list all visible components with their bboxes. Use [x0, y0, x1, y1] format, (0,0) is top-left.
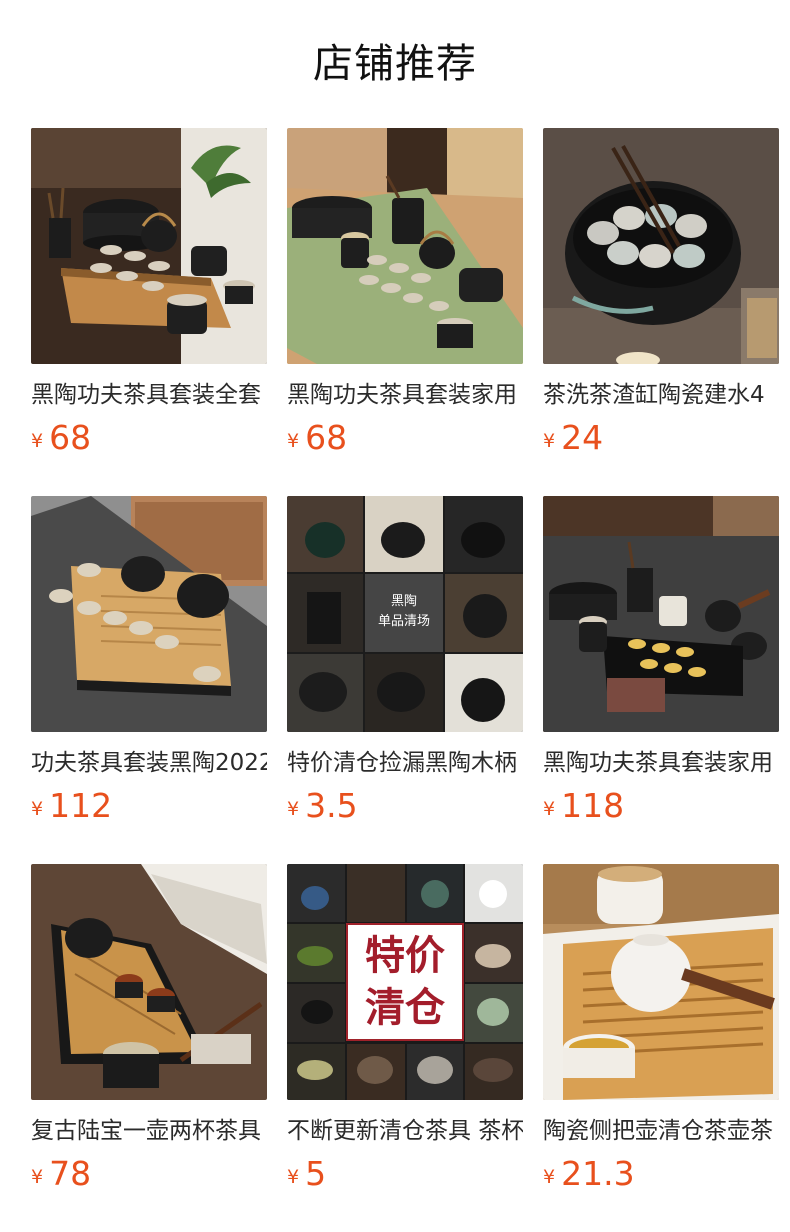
currency-symbol: ¥	[287, 798, 300, 820]
product-name[interactable]: 特价清仓捡漏黑陶木柄	[287, 746, 523, 780]
currency-symbol: ¥	[31, 1166, 44, 1188]
product-image[interactable]	[31, 128, 267, 364]
overlay-line-1: 特价	[365, 933, 445, 979]
overlay-line-2: 单品清场	[377, 614, 430, 629]
product-price: ¥112	[31, 784, 112, 826]
product-image[interactable]	[543, 864, 779, 1100]
product-image[interactable]	[543, 496, 779, 732]
product-name[interactable]: 功夫茶具套装黑陶2022	[31, 746, 267, 780]
product-price: ¥3.5	[287, 784, 358, 826]
product-price: ¥24	[543, 416, 603, 458]
product-image[interactable]	[287, 128, 523, 364]
product-price: ¥68	[287, 416, 347, 458]
page-title: 店铺推荐	[313, 41, 477, 87]
price-value: 3.5	[305, 786, 358, 825]
product-price: ¥21.3	[543, 1152, 635, 1194]
product-image[interactable]	[31, 864, 267, 1100]
price-value: 24	[561, 418, 604, 457]
product-name[interactable]: 复古陆宝一壶两杯茶具	[31, 1114, 267, 1148]
promo-overlay: 黑陶 单品清场	[365, 592, 443, 632]
currency-symbol: ¥	[543, 1166, 556, 1188]
product-card[interactable]: 陶瓷侧把壶清仓茶壶茶 ¥21.3	[543, 864, 779, 1194]
price-value: 112	[49, 786, 113, 825]
product-image[interactable]	[543, 128, 779, 364]
product-price: ¥78	[31, 1152, 91, 1194]
price-value: 21.3	[561, 1154, 635, 1193]
currency-symbol: ¥	[287, 430, 300, 452]
product-card[interactable]: 特价 清仓 不断更新清仓茶具 茶杯 ¥5	[287, 864, 523, 1194]
overlay-line-2: 清仓	[365, 985, 445, 1031]
product-price: ¥5	[287, 1152, 326, 1194]
currency-symbol: ¥	[287, 1166, 300, 1188]
currency-symbol: ¥	[31, 798, 44, 820]
price-value: 68	[305, 418, 348, 457]
product-name[interactable]: 黑陶功夫茶具套装家用	[543, 746, 779, 780]
product-card[interactable]: 黑陶功夫茶具套装家用 ¥118	[543, 496, 779, 826]
price-value: 5	[305, 1154, 327, 1193]
product-image[interactable]	[31, 496, 267, 732]
product-price: ¥118	[543, 784, 624, 826]
promo-overlay: 特价 清仓	[347, 930, 463, 1034]
product-name[interactable]: 黑陶功夫茶具套装家用	[287, 378, 523, 412]
product-card[interactable]: 茶洗茶渣缸陶瓷建水4 ¥24	[543, 128, 779, 458]
product-name[interactable]: 不断更新清仓茶具 茶杯	[287, 1114, 523, 1148]
currency-symbol: ¥	[543, 430, 556, 452]
product-price: ¥68	[31, 416, 91, 458]
currency-symbol: ¥	[543, 798, 556, 820]
product-card[interactable]: 黑陶功夫茶具套装家用 ¥68	[287, 128, 523, 458]
product-name[interactable]: 黑陶功夫茶具套装全套	[31, 378, 267, 412]
product-card[interactable]: 黑陶功夫茶具套装全套 ¥68	[31, 128, 267, 458]
price-value: 78	[49, 1154, 92, 1193]
product-card[interactable]: 黑陶 单品清场 特价清仓捡漏黑陶木柄 ¥3.5	[287, 496, 523, 826]
product-name[interactable]: 茶洗茶渣缸陶瓷建水4	[543, 378, 779, 412]
price-value: 118	[561, 786, 625, 825]
price-value: 68	[49, 418, 92, 457]
product-name[interactable]: 陶瓷侧把壶清仓茶壶茶	[543, 1114, 779, 1148]
product-card[interactable]: 功夫茶具套装黑陶2022 ¥112	[31, 496, 267, 826]
overlay-line-1: 黑陶	[390, 594, 417, 609]
currency-symbol: ¥	[31, 430, 44, 452]
product-card[interactable]: 复古陆宝一壶两杯茶具 ¥78	[31, 864, 267, 1194]
